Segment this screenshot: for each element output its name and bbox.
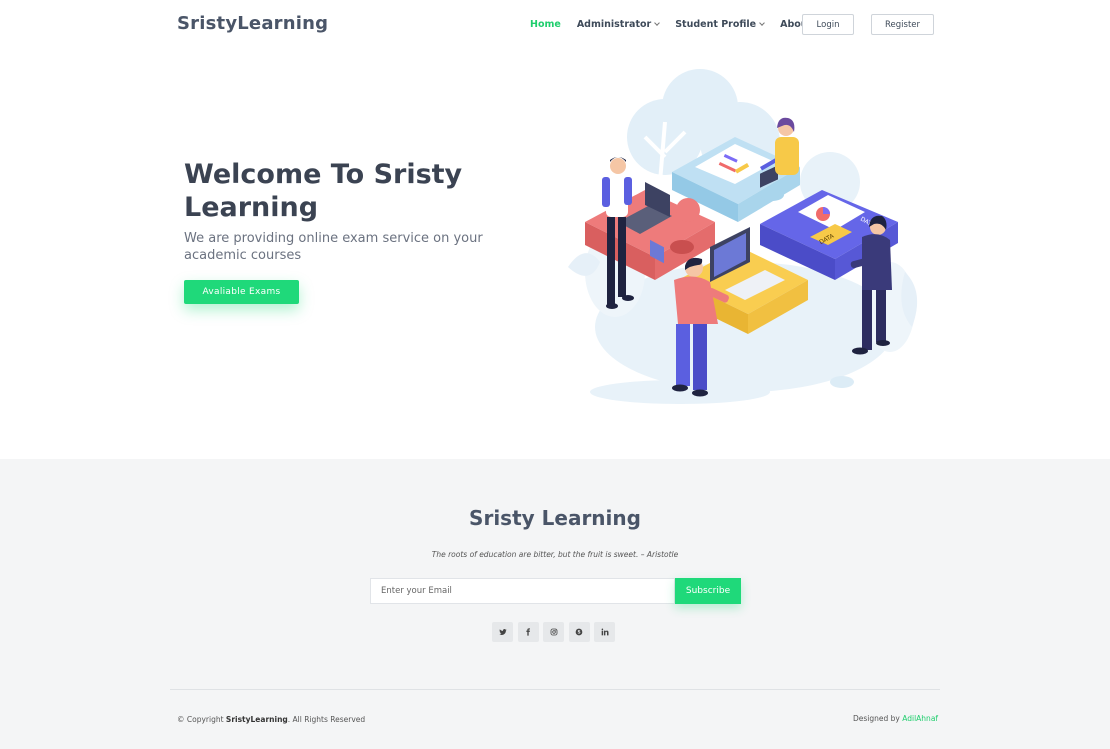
- nav-item-student-profile[interactable]: Student Profile: [675, 19, 765, 30]
- register-button[interactable]: Register: [871, 14, 934, 35]
- designed-by-text: Designed by AdilAhnaf: [853, 714, 938, 723]
- footer-title: Sristy Learning: [469, 506, 641, 530]
- copyright-text: © Copyright SristyLearning. All Rights R…: [177, 715, 365, 724]
- nav-item-label: Home: [530, 19, 561, 30]
- nav-item-administrator[interactable]: Administrator: [576, 19, 661, 30]
- social-links: S: [492, 622, 620, 642]
- footer: Sristy Learning The roots of education a…: [0, 459, 1110, 749]
- copyright-prefix: © Copyright: [177, 715, 226, 724]
- team-puzzle-illustration: DATA DATA: [568, 69, 918, 404]
- login-button[interactable]: Login: [802, 14, 854, 35]
- instagram-icon[interactable]: [543, 622, 564, 642]
- chevron-down-icon: [654, 20, 661, 26]
- nav-item-label: Administrator: [576, 19, 652, 30]
- available-exams-button[interactable]: Avaliable Exams: [184, 280, 299, 304]
- linkedin-icon[interactable]: [594, 622, 615, 642]
- footer-divider: [170, 689, 940, 690]
- footer-quote: The roots of education are bitter, but t…: [431, 550, 679, 559]
- nav-item-home[interactable]: Home: [530, 19, 561, 30]
- hero-subtitle: We are providing online exam service on …: [184, 231, 483, 263]
- hero-title: Welcome To Sristy Learning: [184, 159, 463, 223]
- copyright-brand: SristyLearning: [225, 715, 288, 724]
- designed-prefix: Designed by: [853, 714, 903, 723]
- nav-item-label: Student Profile: [675, 19, 757, 30]
- svg-text:S: S: [577, 630, 580, 636]
- email-field[interactable]: [370, 578, 675, 604]
- chevron-down-icon: [759, 20, 765, 26]
- subscribe-button[interactable]: Subscribe: [675, 578, 741, 604]
- copyright-suffix: . All Rights Reserved: [287, 715, 366, 724]
- navbar: SristyLearning Home Administrator Studen…: [0, 0, 1110, 50]
- designer-link[interactable]: AdilAhnaf: [902, 714, 938, 723]
- brand-logo[interactable]: SristyLearning: [177, 13, 328, 34]
- nav-menu: Home Administrator Student Profile About: [530, 19, 828, 30]
- facebook-icon[interactable]: [517, 622, 539, 642]
- twitter-icon[interactable]: [492, 622, 513, 642]
- skype-icon[interactable]: S: [568, 622, 590, 642]
